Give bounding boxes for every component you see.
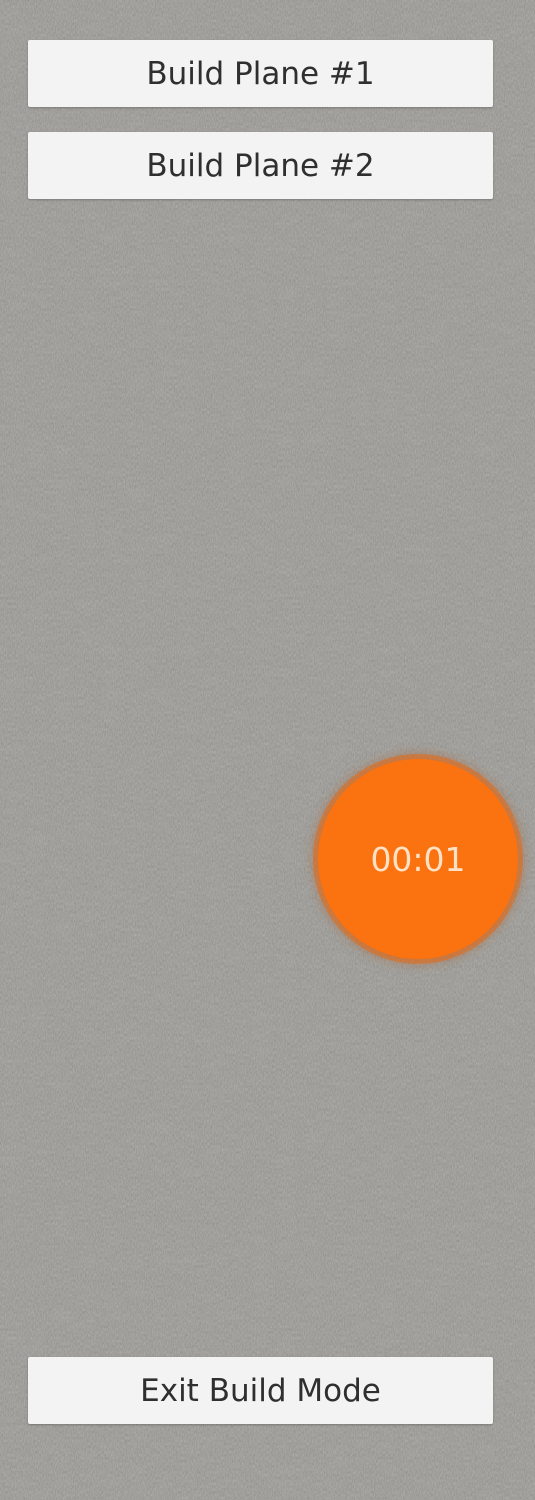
timer-label: 00:01 xyxy=(370,839,466,879)
concrete-texture xyxy=(0,0,535,1500)
build-plane-1-button[interactable]: Build Plane #1 xyxy=(28,40,493,107)
record-timer-button[interactable]: 00:01 xyxy=(318,759,518,959)
build-plane-2-button[interactable]: Build Plane #2 xyxy=(28,132,493,199)
exit-build-mode-button[interactable]: Exit Build Mode xyxy=(28,1357,493,1424)
camera-feed-background xyxy=(0,0,535,1500)
